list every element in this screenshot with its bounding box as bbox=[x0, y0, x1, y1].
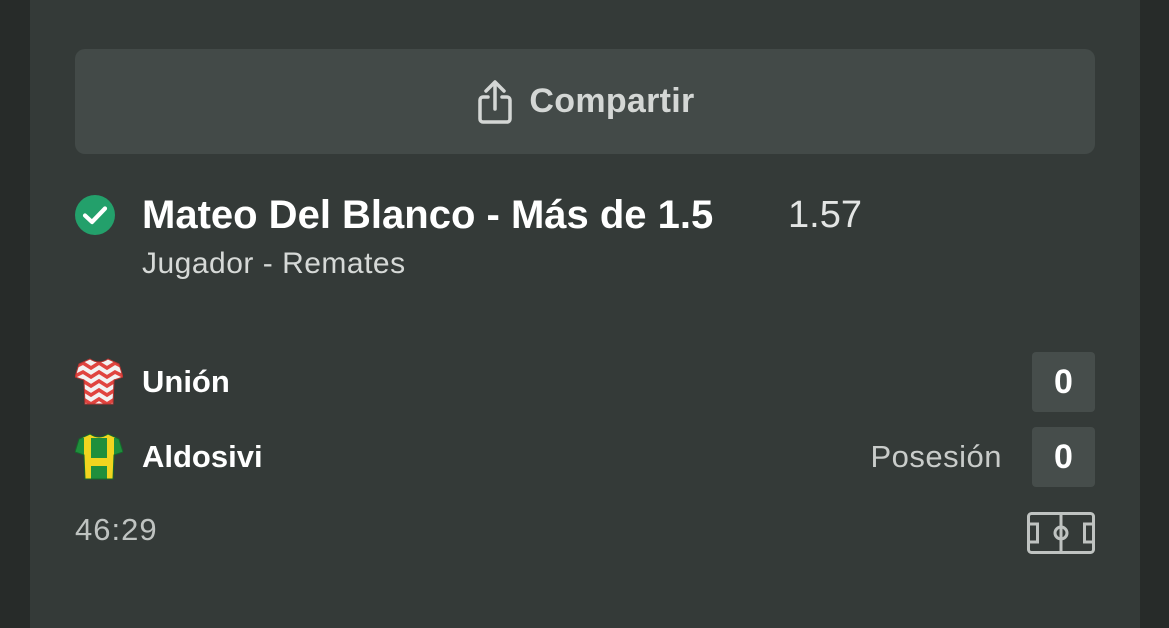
bet-selection: Mateo Del Blanco - Más de 1.5 bbox=[142, 193, 714, 237]
check-circle-icon bbox=[75, 195, 115, 235]
team-row-home: Unión 0 bbox=[75, 352, 1095, 412]
stat-label: Posesión bbox=[870, 439, 1002, 474]
bet-odds: 1.57 bbox=[788, 194, 862, 236]
score-home: 0 bbox=[1032, 352, 1095, 412]
red-white-striped-jersey-icon bbox=[75, 358, 123, 405]
soccer-pitch-icon[interactable] bbox=[1027, 512, 1095, 554]
match-time: 46:29 bbox=[75, 512, 158, 547]
share-button[interactable]: Compartir bbox=[75, 49, 1095, 154]
green-yellow-jersey-icon bbox=[75, 433, 123, 480]
bet-market: Jugador - Remates bbox=[142, 247, 406, 280]
team-name-away: Aldosivi bbox=[142, 439, 263, 474]
team-row-away: Aldosivi Posesión 0 bbox=[75, 427, 1095, 487]
bet-card: Compartir Mateo Del Blanco - Más de 1.5 … bbox=[30, 0, 1140, 628]
share-icon bbox=[478, 79, 513, 124]
team-name-home: Unión bbox=[142, 364, 230, 399]
score-away: 0 bbox=[1032, 427, 1095, 487]
share-label: Compartir bbox=[529, 82, 695, 120]
